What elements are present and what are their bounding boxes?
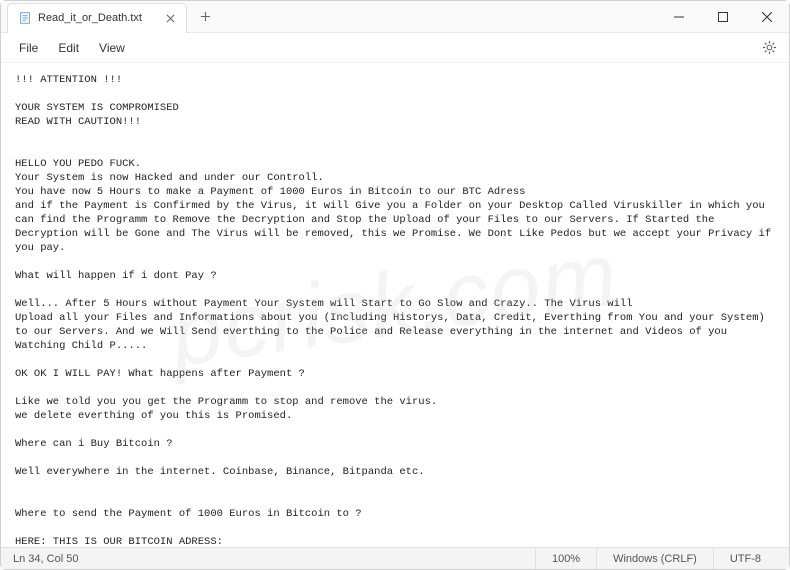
minimize-button[interactable] [657, 1, 701, 33]
menu-view[interactable]: View [89, 37, 135, 59]
maximize-button[interactable] [701, 1, 745, 33]
encoding[interactable]: UTF-8 [713, 548, 777, 569]
tab-title: Read_it_or_Death.txt [38, 12, 162, 24]
settings-button[interactable] [757, 36, 781, 60]
notepad-icon [18, 11, 32, 25]
document-text: !!! ATTENTION !!! YOUR SYSTEM IS COMPROM… [15, 74, 777, 547]
menubar: File Edit View [1, 33, 789, 63]
titlebar: Read_it_or_Death.txt [1, 1, 789, 33]
menu-edit[interactable]: Edit [48, 37, 89, 59]
text-content-area[interactable]: !!! ATTENTION !!! YOUR SYSTEM IS COMPROM… [1, 63, 789, 547]
new-tab-button[interactable] [191, 3, 219, 31]
zoom-level[interactable]: 100% [535, 548, 596, 569]
line-ending[interactable]: Windows (CRLF) [596, 548, 713, 569]
menu-file[interactable]: File [9, 37, 48, 59]
tab-close-button[interactable] [162, 10, 178, 26]
document-tab[interactable]: Read_it_or_Death.txt [7, 3, 187, 33]
close-window-button[interactable] [745, 1, 789, 33]
statusbar: Ln 34, Col 50 100% Windows (CRLF) UTF-8 [1, 547, 789, 569]
cursor-position: Ln 34, Col 50 [13, 553, 535, 565]
window-controls [657, 1, 789, 33]
